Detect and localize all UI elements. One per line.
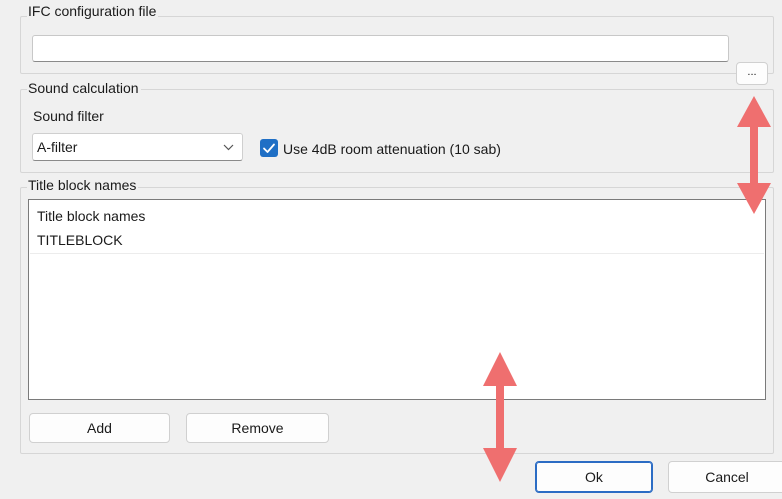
ifc-config-path-input[interactable] xyxy=(32,35,729,62)
add-button-label: Add xyxy=(87,420,112,436)
cancel-button[interactable]: Cancel xyxy=(668,461,782,493)
ifc-config-group-label: IFC configuration file xyxy=(27,3,159,19)
sound-calculation-group-label: Sound calculation xyxy=(27,80,141,96)
browse-button[interactable]: ... xyxy=(736,62,768,85)
remove-button-label: Remove xyxy=(231,420,284,436)
double-arrow-vertical-icon xyxy=(483,352,517,482)
title-block-list-header: Title block names xyxy=(37,208,146,224)
cancel-button-label: Cancel xyxy=(705,469,749,485)
remove-button[interactable]: Remove xyxy=(186,413,329,443)
chevron-down-icon xyxy=(223,144,234,151)
room-attenuation-checkbox[interactable] xyxy=(260,139,278,157)
checkmark-icon xyxy=(263,143,275,153)
browse-button-label: ... xyxy=(747,65,757,78)
sound-filter-select[interactable]: A-filter xyxy=(32,133,243,161)
sound-filter-selected: A-filter xyxy=(37,139,78,155)
room-attenuation-label: Use 4dB room attenuation (10 sab) xyxy=(283,141,501,157)
title-block-list[interactable]: Title block names TITLEBLOCK xyxy=(28,199,766,400)
double-arrow-vertical-icon xyxy=(737,96,771,214)
list-row-separator xyxy=(30,253,764,254)
add-button[interactable]: Add xyxy=(29,413,170,443)
list-item[interactable]: TITLEBLOCK xyxy=(37,231,123,249)
sound-filter-label: Sound filter xyxy=(33,108,104,124)
ok-button[interactable]: Ok xyxy=(535,461,653,493)
ok-button-label: Ok xyxy=(585,469,603,485)
title-block-group-label: Title block names xyxy=(27,177,139,193)
